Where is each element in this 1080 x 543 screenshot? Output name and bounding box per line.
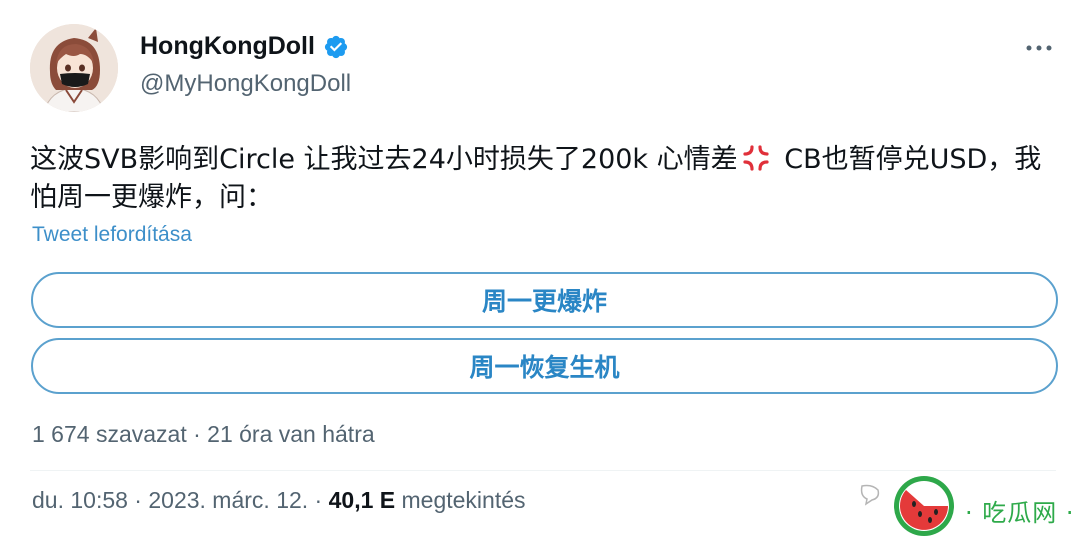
watermelon-icon <box>894 476 954 536</box>
avatar[interactable] <box>30 24 118 112</box>
poll-option-1[interactable]: 周一更爆炸 <box>31 272 1058 328</box>
tweet-text-part1: 这波SVB影响到Circle 让我过去24小时损失了200k 心情差 <box>30 144 738 175</box>
poll-meta: 1 674 szavazat · 21 óra van hátra <box>32 421 375 447</box>
views-count: 40,1 E <box>328 487 396 513</box>
author-name-row: HongKongDoll <box>140 32 349 61</box>
author-display-name[interactable]: HongKongDoll <box>140 32 315 61</box>
watermark-text: · 吃瓜网 · <box>965 499 1075 527</box>
tweet-timestamp[interactable]: du. 10:58 · 2023. márc. 12. · <box>32 487 329 513</box>
more-options-icon[interactable] <box>1024 38 1054 58</box>
poll-option-2[interactable]: 周一恢复生机 <box>31 338 1058 394</box>
chat-bubble-icon <box>860 484 880 506</box>
divider <box>30 470 1056 471</box>
author-handle[interactable]: @MyHongKongDoll <box>140 70 351 98</box>
tweet-text: 这波SVB影响到Circle 让我过去24小时损失了200k 心情差 CB也暂停… <box>30 141 1060 217</box>
tweet-timestamp-row: du. 10:58 · 2023. márc. 12. · 40,1 E meg… <box>32 487 526 514</box>
verified-badge-icon <box>323 34 349 60</box>
translate-tweet-link[interactable]: Tweet lefordítása <box>32 223 192 247</box>
views-label: megtekintés <box>395 487 526 513</box>
avatar-illustration <box>30 24 118 112</box>
anger-symbol-emoji-icon <box>742 144 770 172</box>
